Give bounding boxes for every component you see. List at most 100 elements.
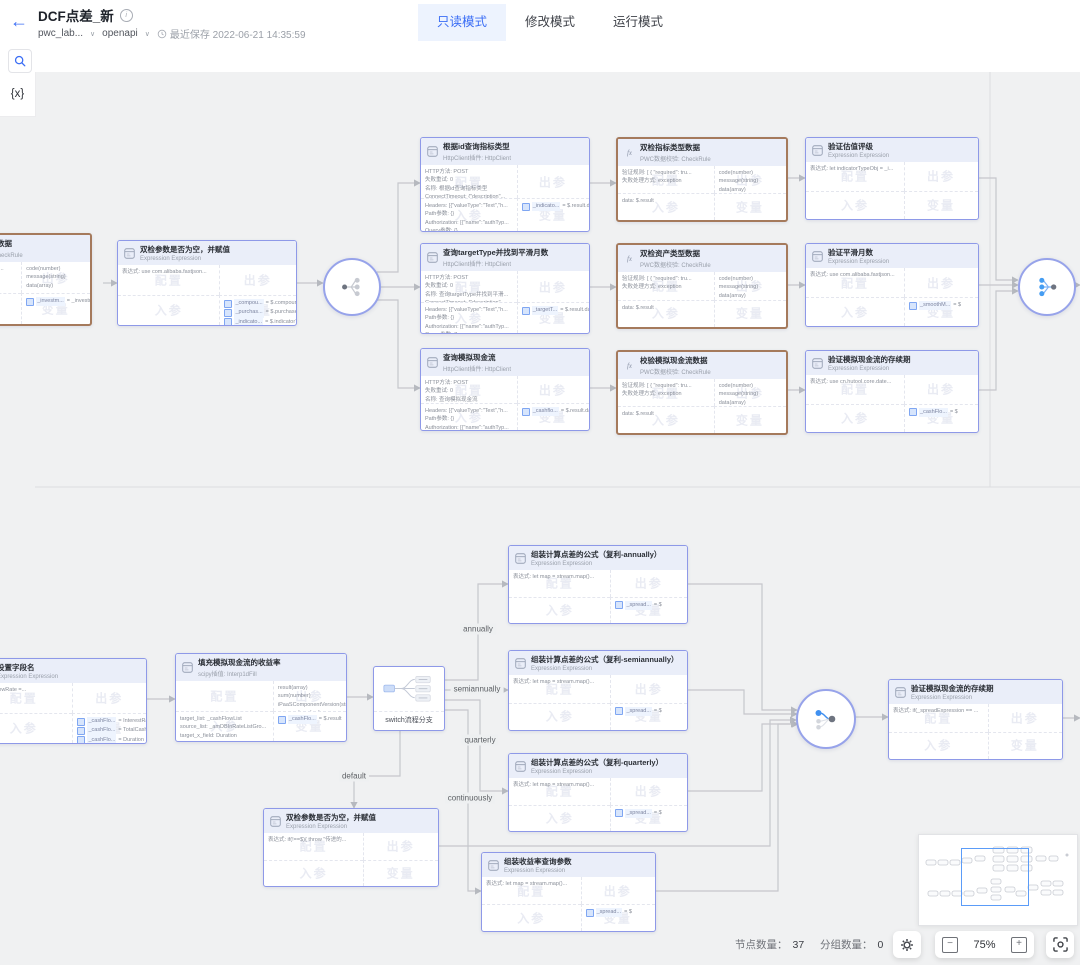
node-subtitle: Expression Expression <box>531 666 679 672</box>
flow-node-check-invest-partial[interactable]: fx校验投资参数数据PWC数据校验: CheckRule配置出参入参变量验证规则… <box>0 233 92 326</box>
variable-tag: _cashflo...= $.result.dat... <box>522 407 585 416</box>
plugin-icon <box>514 760 527 773</box>
checkrule-icon: fx <box>623 359 636 372</box>
tab-mode-2[interactable]: 运行模式 <box>594 4 682 41</box>
zoom-level: 75% <box>973 939 995 951</box>
node-title: 根据id查询指标类型 <box>443 141 511 152</box>
plugin-icon <box>811 357 824 370</box>
flow-node-expr-semiannually[interactable]: 组装计算点差的公式（复利-semiannually）Expression Exp… <box>508 650 688 731</box>
flow-node-check-cashflow[interactable]: fx校验模拟现金流数据PWC数据校验: CheckRule配置出参入参变量验证规… <box>616 350 788 435</box>
node-title: 校验投资参数数据 <box>0 238 23 249</box>
node-subtitle: HttpClient插件: HttpClient <box>443 364 511 373</box>
flow-node-expr-assign-top[interactable]: 双检参数是否为空，并赋值Expression Expression配置出参入参变… <box>117 240 297 326</box>
flow-node-http-indicator[interactable]: 根据id查询指标类型HttpClient插件: HttpClient配置出参入参… <box>420 137 590 232</box>
variable-tag: _spread...= $ <box>615 707 683 716</box>
node-subtitle: scipy插值: Interp1dFill <box>198 669 281 678</box>
zoom-in-button[interactable]: + <box>1011 937 1027 953</box>
plugin-icon <box>811 144 824 157</box>
search-button[interactable] <box>8 49 32 73</box>
clock-icon <box>157 29 167 39</box>
node-subtitle: Expression Expression <box>828 153 889 159</box>
settings-button[interactable] <box>893 931 921 958</box>
edge-label-semiannually: semiannually <box>451 684 504 695</box>
node-subtitle: Expression Expression <box>504 868 572 874</box>
mode-tabs: 只读模式修改模式运行模式 <box>418 4 682 41</box>
node-subtitle: HttpClient插件: HttpClient <box>443 259 548 268</box>
node-title: 组装计算点差的公式（复利-quarterly） <box>531 757 663 768</box>
node-title: 组装计算点差的公式（复利-semiannually） <box>531 654 679 665</box>
workspace-select[interactable]: pwc_lab... <box>38 28 83 39</box>
merge-partial-icon <box>805 698 847 740</box>
variable-tag: _indicato...= $.result.data <box>522 202 585 211</box>
node-subtitle: PWC数据校验: CheckRule <box>0 250 23 259</box>
checkrule-icon: fx <box>623 146 636 159</box>
variable-tag: _spread...= $ <box>615 809 683 818</box>
minimap-viewport[interactable] <box>961 848 1029 906</box>
plugin-icon <box>811 250 824 263</box>
flow-node-expr-quarterly[interactable]: 组装计算点差的公式（复利-quarterly）Expression Expres… <box>508 753 688 832</box>
flow-node-check-indicator[interactable]: fx双检指标类型数据PWC数据校验: CheckRule配置出参入参变量验证规则… <box>616 137 788 222</box>
plugin-icon <box>514 657 527 670</box>
minimap[interactable] <box>918 834 1078 926</box>
flow-node-merge-top[interactable] <box>1018 258 1076 316</box>
variable-tag: _compou...= $.compoun... <box>224 299 292 308</box>
search-icon <box>14 55 26 67</box>
node-subtitle: PWC数据校验: CheckRule <box>640 154 711 163</box>
fit-view-button[interactable] <box>1046 931 1074 958</box>
variables-panel-toggle[interactable]: {x} <box>0 72 36 117</box>
chevron-down-icon: ∨ <box>145 30 150 38</box>
flow-node-expr-rating[interactable]: 验证估值评级Expression Expression配置出参入参变量表达式: … <box>805 137 979 220</box>
tab-mode-1[interactable]: 修改模式 <box>506 4 594 41</box>
fork-icon <box>332 267 372 307</box>
flow-node-expr-yield-params[interactable]: 组装收益率查询参数Expression Expression配置出参入参变量表达… <box>481 852 656 932</box>
back-arrow-icon[interactable]: ← <box>10 10 28 32</box>
variable-tag: _cashFlo...= TotalCashF... <box>77 726 142 735</box>
node-title: 设置字段名 <box>0 662 58 673</box>
flow-node-http-targettype[interactable]: 查询targetType并找到平滑月数HttpClient插件: HttpCli… <box>420 243 590 334</box>
flow-node-fork-top[interactable] <box>323 258 381 316</box>
zoom-control: − 75% + <box>935 931 1034 958</box>
node-title: 填充模拟现金流的收益率 <box>198 657 281 668</box>
flow-node-expr-annually[interactable]: 组装计算点差的公式（复利-annually）Expression Express… <box>508 545 688 624</box>
flow-node-expr-verify-duration[interactable]: 验证模拟现金流的存续期Expression Expression配置出参入参变量… <box>888 679 1063 760</box>
flow-node-switch-branch[interactable]: switch流程分支 <box>373 666 445 731</box>
node-title: 双检参数是否为空，并赋值 <box>286 812 376 823</box>
plugin-icon <box>426 251 439 264</box>
node-title: 验证估值评级 <box>828 141 889 152</box>
node-subtitle: PWC数据校验: CheckRule <box>640 367 711 376</box>
node-subtitle: Expression Expression <box>911 695 994 701</box>
variable-tag: _indicato...= $.indicatorT... <box>224 318 292 325</box>
flow-node-setfield-partial[interactable]: 设置字段名Expression Expression配置出参入参变量_cashF… <box>0 658 147 744</box>
variable-tag: _cashFlo...= Duration <box>77 736 142 743</box>
flow-node-merge-bottom[interactable] <box>796 689 856 749</box>
node-title: 双检指标类型数据 <box>640 142 711 153</box>
node-title: 验证模拟现金流的存续期 <box>911 683 994 694</box>
flow-canvas[interactable]: {x} fx校验投资参数数据PWC数据校验: CheckRule配置出参入参变量… <box>0 72 1080 965</box>
variable-tag: _spread...= $ <box>586 908 651 917</box>
flow-node-check-asset[interactable]: fx双检资产类型数据PWC数据校验: CheckRule配置出参入参变量验证规则… <box>616 243 788 329</box>
info-icon[interactable]: i <box>120 9 133 22</box>
node-subtitle: Expression Expression <box>828 366 911 372</box>
flow-node-expr-duration-top[interactable]: 验证模拟现金流的存续期Expression Expression配置出参入参变量… <box>805 350 979 433</box>
channel-select[interactable]: openapi <box>102 28 138 39</box>
group-count: 分组数量：0 <box>820 937 883 952</box>
node-title: 查询targetType并找到平滑月数 <box>443 247 548 258</box>
flow-node-fill-yield[interactable]: 填充模拟现金流的收益率scipy插值: Interp1dFill配置出参入参变量… <box>175 653 347 742</box>
zoom-out-button[interactable]: − <box>942 937 958 953</box>
variable-tag: _cashFlo...= $ <box>909 408 974 417</box>
node-subtitle: Expression Expression <box>828 259 889 265</box>
tab-mode-0[interactable]: 只读模式 <box>418 4 506 41</box>
flow-node-expr-smooth[interactable]: 验证平滑月数Expression Expression配置出参入参变量表达式: … <box>805 243 979 327</box>
merge-icon <box>1027 267 1067 307</box>
variable-tag: _smoothM...= $ <box>909 301 974 310</box>
node-subtitle: Expression Expression <box>531 769 663 775</box>
node-title: 验证模拟现金流的存续期 <box>828 354 911 365</box>
plugin-icon <box>426 356 439 369</box>
top-bar: ← DCF点差_新 i pwc_lab... ∨ openapi ∨ 最近保存 … <box>0 0 1080 44</box>
plugin-icon <box>894 686 907 699</box>
plugin-icon <box>487 859 500 872</box>
plugin-icon <box>426 145 439 158</box>
switch-branches-icon <box>380 672 438 706</box>
flow-node-http-cashflow[interactable]: 查询模拟现金流HttpClient插件: HttpClient配置出参入参变量H… <box>420 348 590 431</box>
flow-node-expr-assign-bottom[interactable]: 双检参数是否为空，并赋值Expression Expression配置出参入参变… <box>263 808 439 887</box>
